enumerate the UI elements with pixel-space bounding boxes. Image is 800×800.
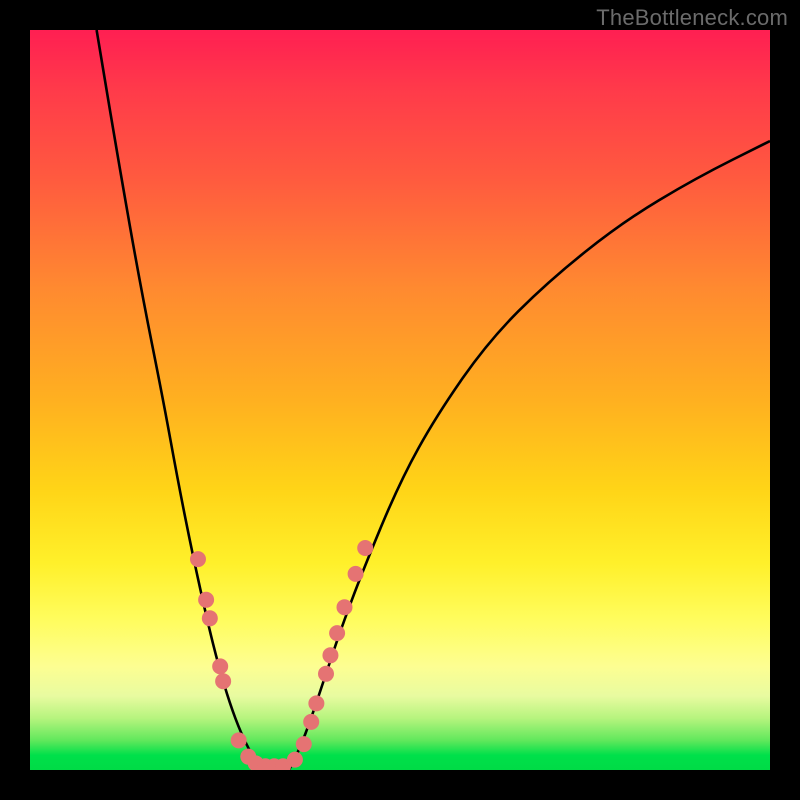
curve-overlay	[30, 30, 770, 770]
data-marker	[322, 647, 338, 663]
data-marker	[287, 752, 303, 768]
data-marker	[318, 666, 334, 682]
plot-area	[30, 30, 770, 770]
chart-frame: TheBottleneck.com	[0, 0, 800, 800]
data-marker	[296, 736, 312, 752]
data-marker	[308, 695, 324, 711]
data-marker	[329, 625, 345, 641]
watermark-text: TheBottleneck.com	[596, 5, 788, 31]
data-marker	[303, 714, 319, 730]
data-marker	[348, 566, 364, 582]
bottleneck-curve-left-arm	[97, 30, 260, 770]
bottleneck-curve-right-arm	[289, 141, 770, 770]
data-marker	[357, 540, 373, 556]
data-marker	[215, 673, 231, 689]
data-marker	[190, 551, 206, 567]
data-marker	[202, 610, 218, 626]
data-marker	[198, 592, 214, 608]
data-marker	[231, 732, 247, 748]
data-marker	[212, 658, 228, 674]
data-marker	[337, 599, 353, 615]
